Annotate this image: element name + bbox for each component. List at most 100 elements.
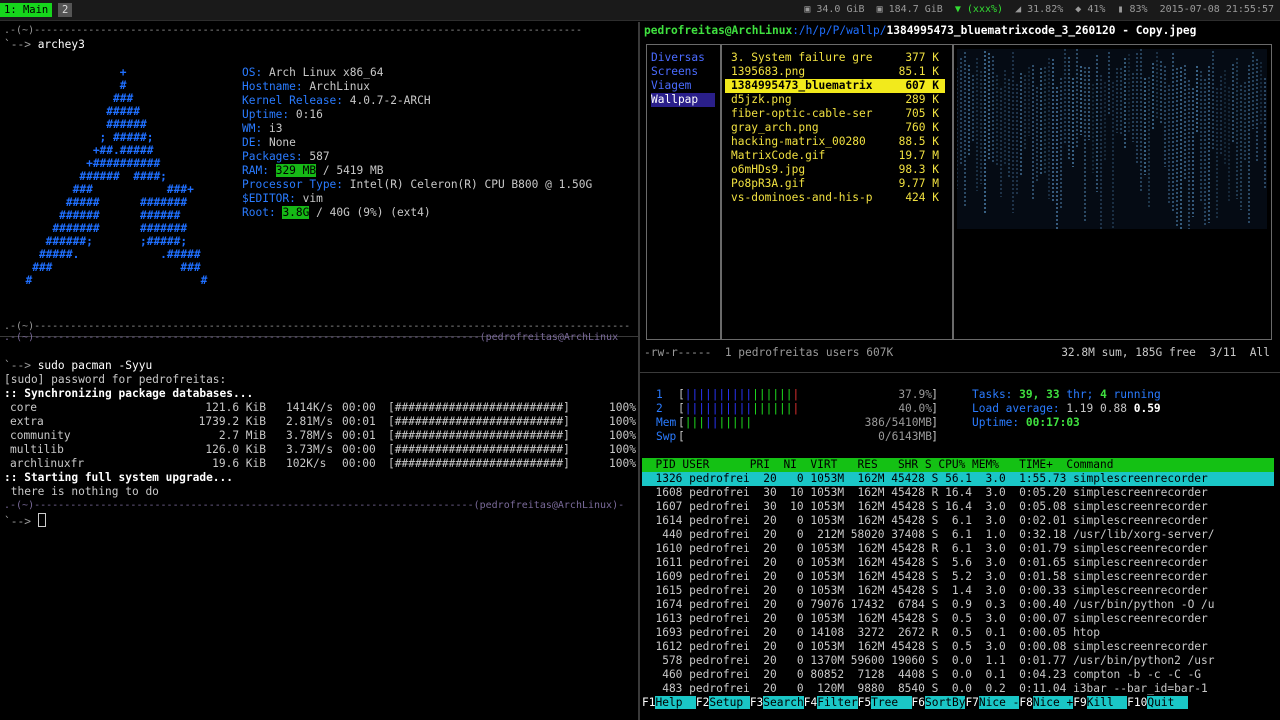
ranger-dir-item[interactable]: Wallpap <box>651 93 715 107</box>
function-key-label[interactable]: Setup <box>709 696 750 709</box>
function-key-label[interactable]: Tree <box>871 696 912 709</box>
ranger-file-item[interactable]: 1384995473_bluematrix 607 K <box>725 79 945 93</box>
ranger-file-item[interactable]: 1395683.png 85.1 K <box>725 65 945 79</box>
function-key-label[interactable]: Nice + <box>1032 696 1074 709</box>
terminal-archey[interactable]: .-(~)-----------------------------------… <box>2 24 636 334</box>
repo-progress-bar: [#########################] <box>388 429 570 442</box>
meter-fill: || <box>704 416 719 429</box>
function-key-f5: F5 <box>857 696 872 709</box>
function-key-f4: F4 <box>803 696 818 709</box>
meter-bar: [ <box>678 430 685 443</box>
process-row[interactable]: 1611 pedrofrei 20 0 1053M 162M 45428 S 5… <box>642 556 1274 570</box>
system-info-row: Kernel Release: 4.0.7-2-ARCH <box>242 94 592 108</box>
process-row[interactable]: 1326 pedrofrei 20 0 1053M 162M 45428 S 5… <box>642 472 1274 486</box>
function-key-f7: F7 <box>965 696 979 709</box>
htop-tasks: Tasks: 39, 33 thr; 4 running <box>972 388 1161 401</box>
process-row[interactable]: 578 pedrofrei 20 0 1370M 59600 19060 S 0… <box>642 654 1274 668</box>
process-row[interactable]: 1608 pedrofrei 30 10 1053M 162M 45428 R … <box>642 486 1274 500</box>
info-value: / 5419 MB <box>316 164 384 177</box>
ranger-file-item[interactable]: MatrixCode.gif 19.7 M <box>725 149 945 163</box>
workspace-button-main[interactable]: 1: Main <box>0 3 53 17</box>
info-key: Kernel Release: <box>242 94 344 107</box>
ranger-dir-item[interactable]: Screens <box>651 65 715 79</box>
shell-prompt[interactable]: `--> <box>4 513 46 529</box>
function-key-label[interactable]: Help <box>655 696 696 709</box>
repo-progress-bar: [#########################] <box>388 457 570 470</box>
info-value: vim <box>295 192 323 205</box>
function-key-label[interactable]: Filter <box>817 696 858 709</box>
process-table-header[interactable]: PID USER PRI NI VIRT RES SHR S CPU% MEM%… <box>642 458 1274 472</box>
repo-speed: 3.73M/s <box>286 443 334 456</box>
file-name: hacking-matrix_00280 <box>731 135 866 148</box>
function-key-label[interactable]: Search <box>763 696 804 709</box>
info-value: Arch Linux x86_64 <box>262 66 384 79</box>
file-name: MatrixCode.gif <box>731 149 826 162</box>
wifi-signal: 31.82% <box>1027 4 1064 15</box>
process-row[interactable]: 460 pedrofrei 20 0 80852 7128 4408 S 0.0… <box>642 668 1274 682</box>
meter-fill: ||||| <box>718 416 753 429</box>
process-row[interactable]: 483 pedrofrei 20 0 120M 9880 8540 S 0.0 … <box>642 682 1274 696</box>
repo-name: community <box>10 429 71 442</box>
function-key-f3: F3 <box>749 696 764 709</box>
info-value: Intel(R) Celeron(R) CPU B800 @ 1.50G <box>343 178 593 191</box>
process-row[interactable]: 1613 pedrofrei 20 0 1053M 162M 45428 S 0… <box>642 612 1274 626</box>
wifi-icon: ▼ <box>954 4 967 15</box>
ranger-dir-item[interactable]: Diversas <box>651 51 715 65</box>
function-key-label[interactable]: SortBy <box>925 696 966 709</box>
process-row[interactable]: 440 pedrofrei 20 0 212M 58020 37408 S 6.… <box>642 528 1274 542</box>
repo-speed: 102K/s <box>286 457 327 470</box>
htop-monitor[interactable]: 1 [||||||||||||||||| 37.9%] 2 [|||||||||||||… <box>642 384 1278 720</box>
process-row[interactable]: 1614 pedrofrei 20 0 1053M 162M 45428 S 6… <box>642 514 1274 528</box>
workspace-button-2[interactable]: 2 <box>58 3 73 17</box>
ranger-file-column[interactable]: 3. System failure gre 377 K 1395683.png 85.… <box>720 44 954 340</box>
ranger-parent-column[interactable]: Diversas Screens Viagem Wallpap <box>646 44 722 340</box>
repo-time: 00:01 <box>342 415 376 428</box>
process-row[interactable]: 1607 pedrofrei 30 10 1053M 162M 45428 S … <box>642 500 1274 514</box>
info-value: / 40G (9%) (ext4) <box>309 206 431 219</box>
repo-size: 1739.2 KiB <box>198 415 266 428</box>
process-row[interactable]: 1674 pedrofrei 20 0 79076 17432 6784 S 0… <box>642 598 1274 612</box>
ranger-file-item[interactable]: vs-dominoes-and-his-p 424 K <box>725 191 945 205</box>
function-key-label[interactable]: Quit <box>1147 696 1188 709</box>
info-value: 4.0.7-2-ARCH <box>343 94 431 107</box>
prompt-line: .-(~)-----------------------------------… <box>4 25 582 36</box>
ranger-file-item[interactable]: hacking-matrix_00280 88.5 K <box>725 135 945 149</box>
process-row[interactable]: 1610 pedrofrei 20 0 1053M 162M 45428 R 6… <box>642 542 1274 556</box>
function-key-f1: F1 <box>642 696 656 709</box>
function-key-label[interactable]: Nice - <box>978 696 1020 709</box>
repo-progress-bar: [#########################] <box>388 415 570 428</box>
function-key-f8: F8 <box>1019 696 1033 709</box>
info-value: ArchLinux <box>302 80 370 93</box>
repo-size: 19.6 KiB <box>212 457 266 470</box>
vertical-split[interactable] <box>638 22 640 720</box>
repo-name: archlinuxfr <box>10 457 85 470</box>
file-name: 1384995473_bluematrix <box>731 79 873 92</box>
terminal-pacman[interactable]: .-(~)-----------------------------------… <box>2 331 636 531</box>
ranger-file-item[interactable]: o6mHDs9.jpg 98.3 K <box>725 163 945 177</box>
horizontal-split-right[interactable] <box>640 372 1280 373</box>
repo-row: archlinuxfr 19.6 KiB 102K/s 00:00 [#########… <box>10 457 636 471</box>
function-key-f2: F2 <box>695 696 710 709</box>
process-row[interactable]: 1609 pedrofrei 20 0 1053M 162M 45428 S 5… <box>642 570 1274 584</box>
ranger-file-item[interactable]: Po8pR3A.gif 9.77 M <box>725 177 945 191</box>
process-row[interactable]: 1612 pedrofrei 20 0 1053M 162M 45428 S 0… <box>642 640 1274 654</box>
process-row[interactable]: 1693 pedrofrei 20 0 14108 3272 2672 R 0.… <box>642 626 1274 640</box>
meter-value: 386/5410MB <box>864 416 932 429</box>
info-value: 587 <box>302 150 330 163</box>
ranger-file-manager[interactable]: pedrofreitas@ArchLinux:/h/p/P/wallp/1384… <box>642 22 1278 370</box>
process-row[interactable]: 1615 pedrofrei 20 0 1053M 162M 45428 S 1… <box>642 584 1274 598</box>
repo-speed: 1414K/s <box>286 401 334 414</box>
info-key: $EDITOR: <box>242 192 296 205</box>
ranger-file-item[interactable]: fiber-optic-cable-ser 705 K <box>725 107 945 121</box>
disk-icon: ▣ <box>876 4 889 15</box>
repo-size: 2.7 MiB <box>218 429 266 442</box>
ranger-file-item[interactable]: d5jzk.png 289 K <box>725 93 945 107</box>
function-key-label[interactable]: Kill <box>1086 696 1128 709</box>
ranger-file-item[interactable]: 3. System failure gre 377 K <box>725 51 945 65</box>
battery-icon: ▮ <box>1117 4 1130 15</box>
ranger-file-item[interactable]: gray_arch.png 760 K <box>725 121 945 135</box>
meter-close: ] <box>931 402 938 415</box>
sudo-prompt: [sudo] password for pedrofreitas: <box>4 373 227 386</box>
meter-value: 37.9% <box>898 388 932 401</box>
ranger-dir-item[interactable]: Viagem <box>651 79 715 93</box>
